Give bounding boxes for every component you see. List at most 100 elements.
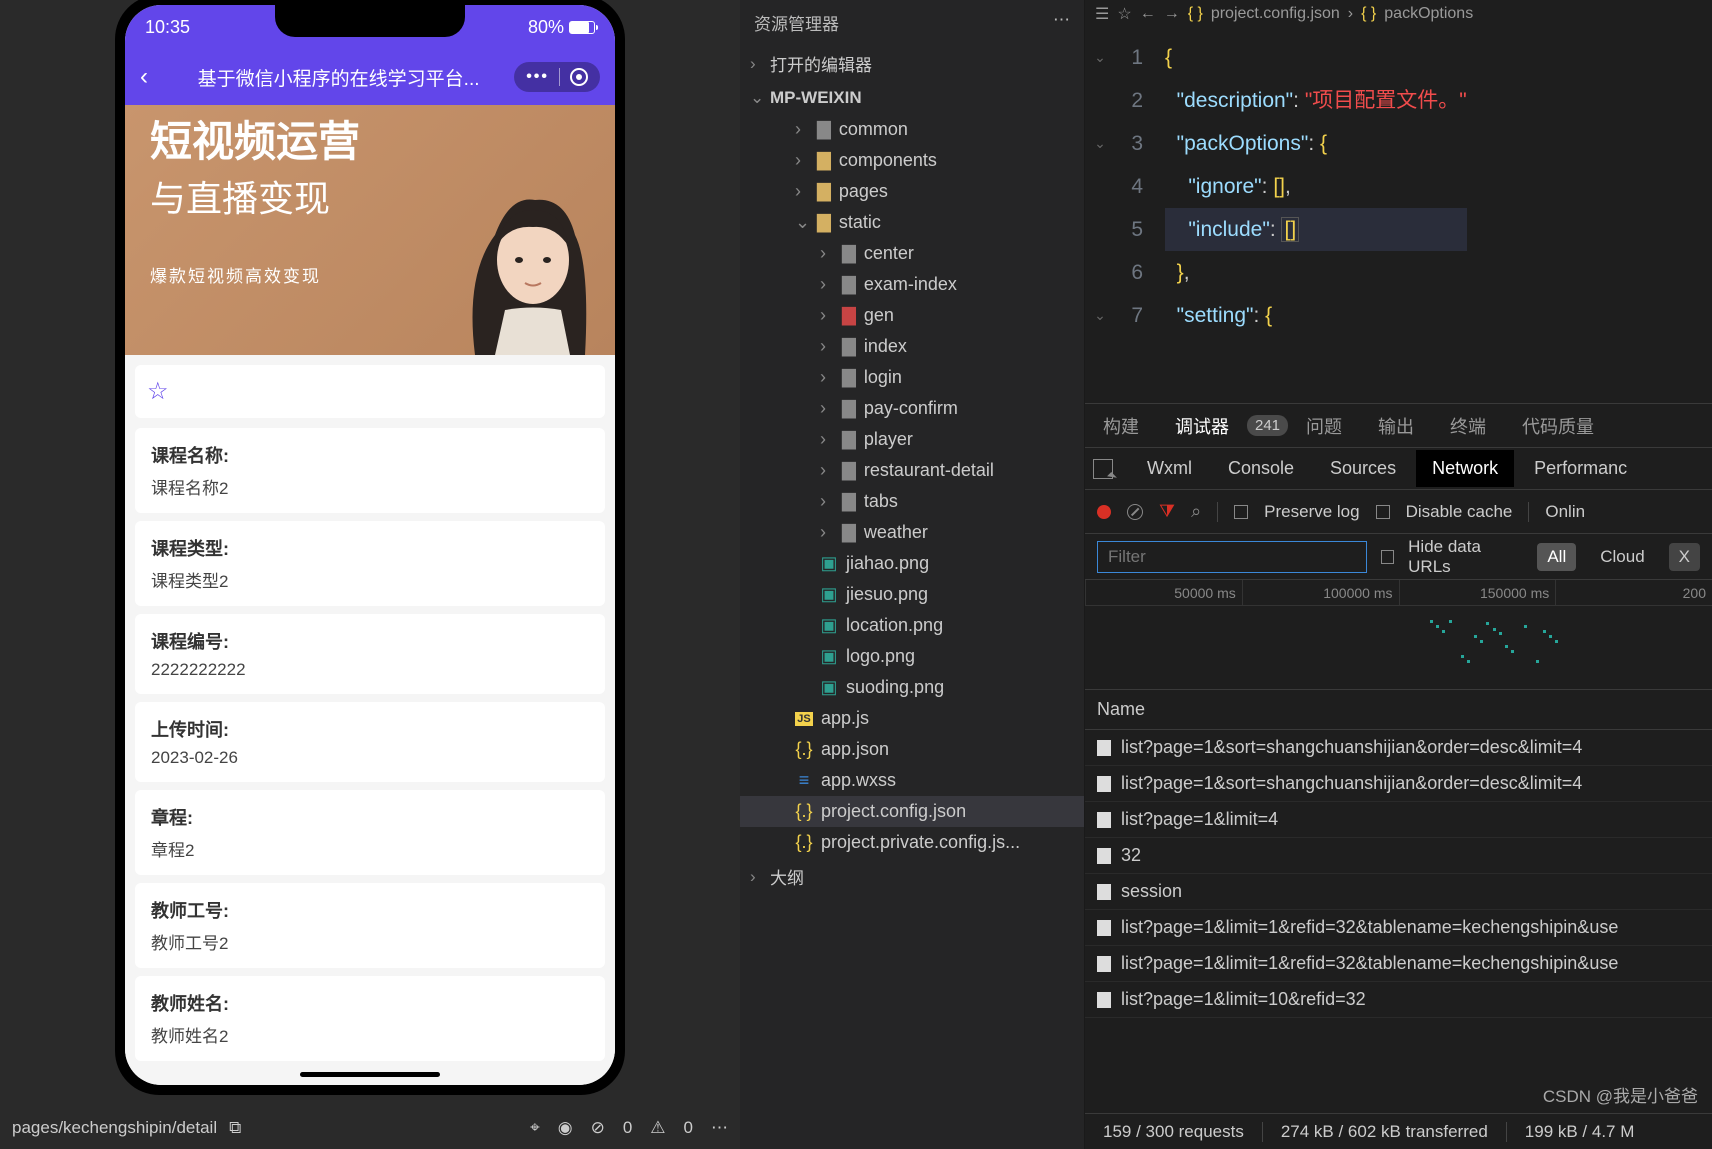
forward-arrow-icon[interactable]: →: [1164, 5, 1180, 23]
more-icon[interactable]: ⋯: [711, 1118, 728, 1138]
tree-item[interactable]: ›▇common: [740, 114, 1084, 145]
tab-problems[interactable]: 问题: [1288, 403, 1360, 449]
detail-value: 章程2: [151, 836, 589, 861]
tree-item[interactable]: ▣location.png: [740, 610, 1084, 641]
tree-item[interactable]: ›▇exam-index: [740, 269, 1084, 300]
copy-icon[interactable]: ⧉: [229, 1118, 241, 1138]
doc-icon: [1097, 740, 1111, 756]
tree-item[interactable]: {.}project.private.config.js...: [740, 827, 1084, 858]
tree-item[interactable]: ▣jiahao.png: [740, 548, 1084, 579]
open-editors-section[interactable]: ›打开的编辑器: [740, 45, 1084, 82]
subtab-network[interactable]: Network: [1416, 450, 1514, 487]
tree-item[interactable]: ▣logo.png: [740, 641, 1084, 672]
subtab-performance[interactable]: Performanc: [1518, 450, 1643, 487]
capsule-button[interactable]: •••: [514, 62, 600, 92]
network-row[interactable]: list?page=1&limit=4: [1085, 802, 1712, 838]
clear-icon[interactable]: [1127, 504, 1143, 520]
back-icon[interactable]: ‹: [140, 63, 148, 91]
network-header[interactable]: Name: [1085, 690, 1712, 730]
more-icon[interactable]: •••: [526, 68, 549, 86]
online-label[interactable]: Onlin: [1545, 502, 1585, 522]
close-target-icon[interactable]: [570, 68, 588, 86]
code-editor[interactable]: ⌄⌄ ⌄ 1234567 { "description": "项目配置文件。" …: [1085, 28, 1712, 403]
tree-item[interactable]: ›▇tabs: [740, 486, 1084, 517]
network-row[interactable]: list?page=1&sort=shangchuanshijian&order…: [1085, 730, 1712, 766]
subtab-console[interactable]: Console: [1212, 450, 1310, 487]
pill-all[interactable]: All: [1537, 543, 1576, 571]
editor-panel: ☰ ☆ ← → { } project.config.json › { } pa…: [1085, 0, 1712, 1149]
tree-item[interactable]: ›▇restaurant-detail: [740, 455, 1084, 486]
favorite-row[interactable]: ☆: [135, 365, 605, 418]
devtools-subtabs[interactable]: Wxml Console Sources Network Performanc: [1085, 448, 1712, 490]
toolbar-icon[interactable]: ☰: [1095, 4, 1109, 24]
tab-build[interactable]: 构建: [1085, 403, 1157, 449]
search-icon[interactable]: ⌕: [1191, 501, 1201, 522]
filter-icon[interactable]: ⧩: [1159, 501, 1175, 522]
warning-icon: ⚠: [650, 1118, 665, 1138]
subtab-sources[interactable]: Sources: [1314, 450, 1412, 487]
pill-x[interactable]: X: [1669, 543, 1700, 571]
tab-debugger[interactable]: 调试器: [1157, 403, 1247, 449]
tab-output[interactable]: 输出: [1360, 403, 1432, 449]
file-explorer[interactable]: 资源管理器 ⋯ ›打开的编辑器 ⌄MP-WEIXIN ›▇common›▇com…: [740, 0, 1085, 1149]
network-timeline[interactable]: 50000 ms 100000 ms 150000 ms 200: [1085, 580, 1712, 690]
home-indicator: [300, 1072, 440, 1077]
bug-icon[interactable]: ⌖: [530, 1118, 540, 1138]
back-arrow-icon[interactable]: ←: [1140, 5, 1156, 23]
detail-value: 课程名称2: [151, 474, 589, 499]
disable-label: Disable cache: [1406, 502, 1513, 522]
tree-item[interactable]: ▣suoding.png: [740, 672, 1084, 703]
explorer-more-icon[interactable]: ⋯: [1053, 10, 1070, 35]
network-row[interactable]: list?page=1&limit=1&refid=32&tablename=k…: [1085, 946, 1712, 982]
tree-item[interactable]: ⌄▇static: [740, 207, 1084, 238]
project-root[interactable]: ⌄MP-WEIXIN: [740, 82, 1084, 114]
tree-item[interactable]: ›▇weather: [740, 517, 1084, 548]
pill-cloud[interactable]: Cloud: [1590, 543, 1654, 571]
filter-row[interactable]: Hide data URLs All Cloud X: [1085, 534, 1712, 580]
network-row[interactable]: list?page=1&sort=shangchuanshijian&order…: [1085, 766, 1712, 802]
breadcrumb[interactable]: ☰ ☆ ← → { } project.config.json › { } pa…: [1085, 0, 1712, 28]
error-count: 0: [623, 1118, 632, 1138]
tree-item[interactable]: JSapp.js: [740, 703, 1084, 734]
hide-urls-checkbox[interactable]: [1381, 550, 1395, 564]
tree-item[interactable]: ›▇login: [740, 362, 1084, 393]
devtools-tabs[interactable]: 构建 调试器 241 问题 输出 终端 代码质量: [1085, 404, 1712, 448]
filter-input[interactable]: [1097, 541, 1367, 573]
eye-icon[interactable]: ◉: [558, 1118, 573, 1138]
tree-item[interactable]: ›▇components: [740, 145, 1084, 176]
network-row[interactable]: 32: [1085, 838, 1712, 874]
tree-item[interactable]: ▣jiesuo.png: [740, 579, 1084, 610]
tree-item[interactable]: ›▇pay-confirm: [740, 393, 1084, 424]
detail-card: 课程类型:课程类型2: [135, 521, 605, 606]
bookmark-icon[interactable]: ☆: [1117, 4, 1131, 24]
inspect-icon[interactable]: [1093, 459, 1113, 479]
outline-section[interactable]: ›大纲: [740, 858, 1084, 895]
content-body[interactable]: ☆ 课程名称:课程名称2课程类型:课程类型2课程编号:2222222222上传时…: [125, 355, 615, 1085]
detail-label: 上传时间:: [151, 716, 589, 742]
tree-item[interactable]: ›▇center: [740, 238, 1084, 269]
tab-quality[interactable]: 代码质量: [1504, 403, 1612, 449]
tree-item[interactable]: ›▇gen: [740, 300, 1084, 331]
tree-item[interactable]: {.}project.config.json: [740, 796, 1084, 827]
preserve-checkbox[interactable]: [1234, 505, 1248, 519]
tree-item[interactable]: ›▇pages: [740, 176, 1084, 207]
record-icon[interactable]: [1097, 505, 1111, 519]
network-row[interactable]: list?page=1&limit=10&refid=32: [1085, 982, 1712, 1018]
network-row[interactable]: list?page=1&limit=1&refid=32&tablename=k…: [1085, 910, 1712, 946]
disable-checkbox[interactable]: [1376, 505, 1390, 519]
detail-label: 课程名称:: [151, 442, 589, 468]
tree-item[interactable]: ≡app.wxss: [740, 765, 1084, 796]
star-icon[interactable]: ☆: [147, 378, 169, 405]
battery-text: 80%: [528, 17, 564, 38]
network-toolbar[interactable]: ⧩ ⌕ Preserve log Disable cache Onlin: [1085, 490, 1712, 534]
tree-item[interactable]: ›▇index: [740, 331, 1084, 362]
breadcrumb-file[interactable]: project.config.json: [1211, 5, 1340, 23]
tab-terminal[interactable]: 终端: [1432, 403, 1504, 449]
network-row[interactable]: session: [1085, 874, 1712, 910]
breadcrumb-part[interactable]: packOptions: [1384, 5, 1473, 23]
detail-card: 教师工号:教师工号2: [135, 883, 605, 968]
network-list[interactable]: list?page=1&sort=shangchuanshijian&order…: [1085, 730, 1712, 1113]
subtab-wxml[interactable]: Wxml: [1131, 450, 1208, 487]
tree-item[interactable]: {.}app.json: [740, 734, 1084, 765]
tree-item[interactable]: ›▇player: [740, 424, 1084, 455]
